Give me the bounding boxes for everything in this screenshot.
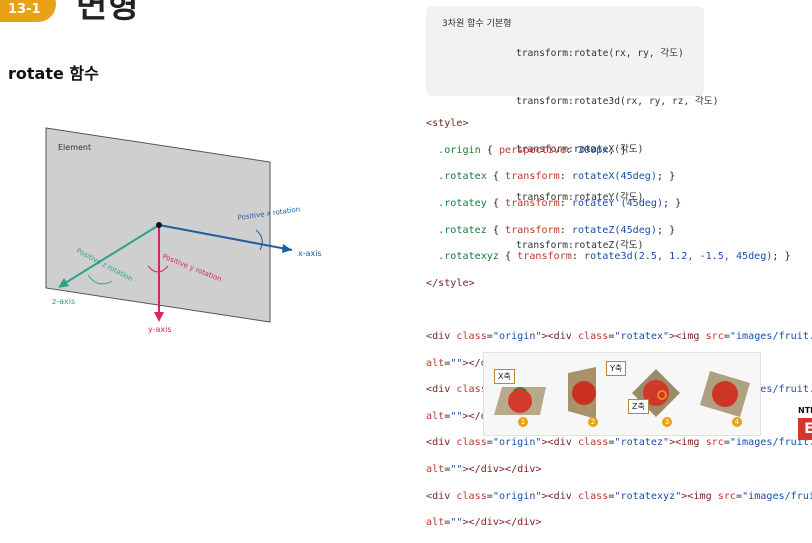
rotatexyz-example-image [700,371,750,417]
section-number-badge: 13-1 [0,0,56,22]
code-line: <div class="origin"><div class="rotatex"… [426,331,812,343]
example-number: 4 [732,417,742,427]
y-axis-arrowhead [154,312,164,322]
example-number: 2 [588,417,598,427]
code-line: alt=""></div></div> [426,464,542,476]
code-line: <div class="origin"><div class="rotatexy… [426,490,812,502]
publisher-logo: NTE E [798,406,812,440]
y-axis-label: y-axis [148,325,172,334]
code-line: .origin { perspective: 200px; } [438,144,627,156]
example-number: 1 [518,417,528,427]
rotation-axes-diagram: Element x-axis Positive x rotation y-axi… [45,127,322,334]
logo-top-text: NTE [798,406,812,415]
y-axis-tag: Y축 [606,361,627,376]
x-axis-tag: X축 [494,369,515,384]
code-line: alt=""></div></div> [426,517,542,529]
logo-box: E [798,418,812,440]
rotation-examples: X축 1 Y축 2 Z축 3 4 [483,352,761,436]
syntax-line: transform:rotate(rx, ry, 각도) [516,48,684,59]
example-number: 3 [662,417,672,427]
x-axis-arrowhead [282,244,292,253]
code-line: <div class="origin"><div class="rotatez"… [426,437,812,449]
code-line: .rotatex { transform: rotateX(45deg); } [438,171,676,183]
z-axis-label: z-axis [52,297,75,306]
syntax-label: 3차원 함수 기본형 [442,19,512,29]
code-line: .rotatey { transform: rotateY (45deg); } [438,198,682,210]
origin-point [156,222,162,228]
section-number: 13-1 [8,2,41,17]
x-axis-label: x-axis [298,249,322,258]
section-subtitle: rotate 함수 [8,64,99,83]
syntax-box: 3차원 함수 기본형 transform:rotate(rx, ry, 각도) … [426,6,718,251]
page-title: 변형 [76,0,139,26]
code-line: .rotatez { transform: rotateZ(45deg); } [438,224,676,236]
code-line: .rotatexyz { transform: rotate3d(2.5, 1.… [438,251,791,263]
code-line: </style> [426,277,475,289]
code-sample: <style> .origin { perspective: 200px; } … [426,104,812,543]
code-line: <style> [426,118,469,130]
z-axis-tag: Z축 [628,399,649,414]
element-label: Element [58,143,91,152]
